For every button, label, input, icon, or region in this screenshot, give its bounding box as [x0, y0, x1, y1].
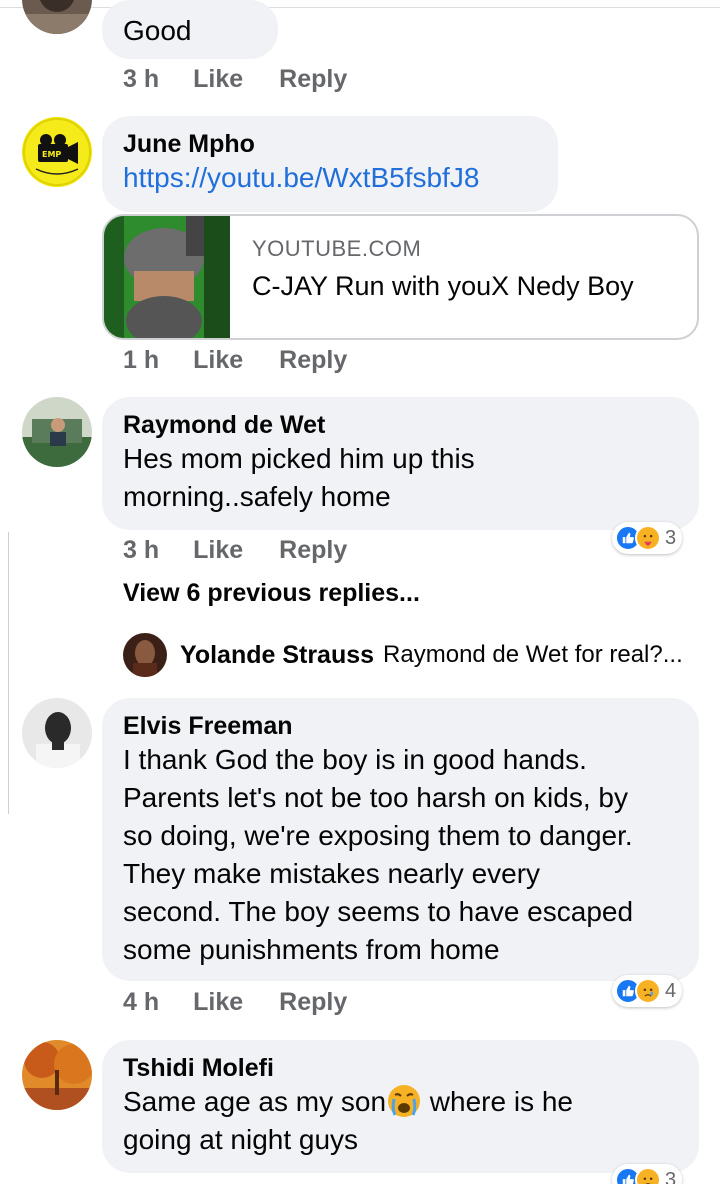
- avatar-raymond-de-wet[interactable]: [22, 397, 92, 467]
- comment-author[interactable]: Elvis Freeman: [123, 711, 679, 741]
- comment-time[interactable]: 3 h: [123, 536, 159, 565]
- view-previous-replies[interactable]: View 6 previous replies...: [123, 579, 420, 608]
- comment-text: Good: [123, 15, 192, 46]
- comment-actions: 1 h Like Reply: [123, 342, 347, 378]
- link-domain: YOUTUBE.COM: [252, 236, 422, 261]
- like-button[interactable]: Like: [193, 536, 243, 565]
- comment-actions: 3 h Like Reply: [123, 532, 347, 568]
- svg-text:EMP: EMP: [42, 150, 61, 159]
- reaction-summary[interactable]: 3: [612, 522, 683, 554]
- reply-author[interactable]: Yolande Strauss: [180, 641, 374, 670]
- reply-button[interactable]: Reply: [279, 536, 347, 565]
- reply-text: Raymond de Wet for real?...: [383, 641, 683, 668]
- reply-preview[interactable]: Yolande Strauss Raymond de Wet for real?…: [123, 633, 683, 677]
- comment-text: Same age as my son where is he going at …: [123, 1083, 679, 1159]
- avatar-elvis-freeman[interactable]: [22, 698, 92, 768]
- avatar-june-mpho[interactable]: EMP: [22, 117, 92, 187]
- comment-text-part: Same age as my son: [123, 1086, 387, 1117]
- like-button[interactable]: Like: [193, 65, 243, 94]
- link-title[interactable]: C-JAY Run with youX Nedy Boy: [252, 271, 634, 302]
- comment-time[interactable]: 3 h: [123, 65, 159, 94]
- comment-bubble: Good: [102, 0, 278, 59]
- comment-actions: 4 h Like Reply: [123, 984, 347, 1020]
- crying-face-icon: [386, 1083, 422, 1119]
- link-thumbnail: [104, 216, 230, 338]
- care-icon: [635, 525, 661, 551]
- top-divider: [0, 0, 720, 8]
- comment-bubble: Tshidi Molefi Same age as my son where i…: [102, 1040, 699, 1173]
- like-button[interactable]: Like: [193, 988, 243, 1017]
- reply-button[interactable]: Reply: [279, 346, 347, 375]
- comment-time[interactable]: 4 h: [123, 988, 159, 1017]
- comment-text: Hes mom picked him up this morning..safe…: [123, 443, 475, 512]
- reply-button[interactable]: Reply: [279, 988, 347, 1017]
- comment-text: I thank God the boy is in good hands. Pa…: [123, 744, 634, 965]
- link-preview-card[interactable]: YOUTUBE.COM C-JAY Run with youX Nedy Boy: [102, 214, 699, 340]
- comment-author[interactable]: Tshidi Molefi: [123, 1053, 679, 1083]
- comment-bubble: Elvis Freeman I thank God the boy is in …: [102, 698, 699, 981]
- reaction-summary[interactable]: 3: [612, 1164, 683, 1184]
- comment-bubble: June Mpho https://youtu.be/WxtB5fsbfJ8: [102, 116, 558, 212]
- comment-author[interactable]: Raymond de Wet: [123, 410, 679, 440]
- comment-time[interactable]: 1 h: [123, 346, 159, 375]
- comment-link[interactable]: https://youtu.be/WxtB5fsbfJ8: [123, 159, 538, 197]
- reaction-count: 3: [665, 526, 677, 549]
- sad-icon: [635, 978, 661, 1004]
- reaction-summary[interactable]: 4: [612, 975, 683, 1007]
- reaction-count: 4: [665, 979, 677, 1002]
- comment-bubble: Raymond de Wet Hes mom picked him up thi…: [102, 397, 699, 530]
- reaction-count: 3: [665, 1168, 677, 1184]
- comment-actions: 3 h Like Reply: [123, 61, 347, 97]
- thread-line: [8, 532, 9, 814]
- avatar-tshidi-molefi[interactable]: [22, 1040, 92, 1110]
- avatar-yolande-strauss[interactable]: [123, 633, 167, 677]
- reply-button[interactable]: Reply: [279, 65, 347, 94]
- like-button[interactable]: Like: [193, 346, 243, 375]
- comment-author[interactable]: June Mpho: [123, 129, 538, 159]
- avatar[interactable]: [22, 0, 92, 34]
- sad-icon: [635, 1167, 661, 1184]
